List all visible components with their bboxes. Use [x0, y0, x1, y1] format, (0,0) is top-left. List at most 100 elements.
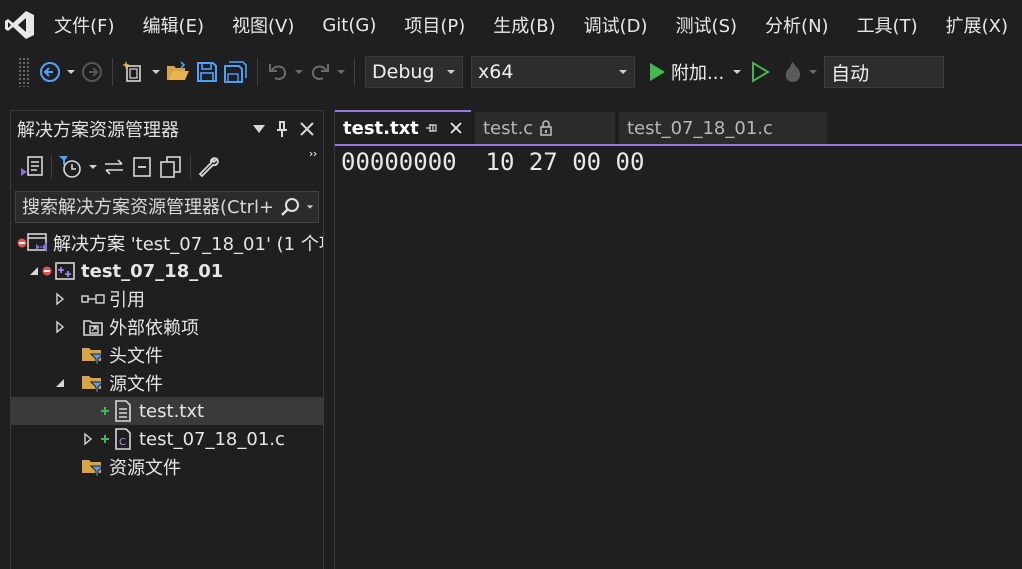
tree-item-project[interactable]: test_07_18_01 [11, 257, 323, 285]
navigate-forward-button[interactable] [80, 56, 104, 88]
sync-active-document-button[interactable] [102, 151, 126, 183]
tree-item-label: 源文件 [109, 374, 163, 395]
menu-debug[interactable]: 调试(D) [570, 0, 662, 50]
switch-views-button[interactable] [19, 151, 45, 183]
open-file-button[interactable] [165, 56, 191, 88]
main-toolbar: Debug x64 附加... 自动 [0, 50, 1022, 94]
menu-tools[interactable]: 工具(T) [843, 0, 932, 50]
forward-arrow-icon [82, 62, 102, 82]
new-item-icon [122, 61, 141, 82]
pin-icon[interactable] [275, 120, 289, 138]
mode-select[interactable]: 自动 [824, 56, 945, 88]
tree-item-source-files[interactable]: 源文件 [11, 369, 323, 397]
close-tab-icon[interactable] [449, 121, 463, 135]
navigate-back-button[interactable] [38, 56, 62, 88]
pending-changes-filter-button[interactable] [58, 151, 84, 183]
tree-item-label: 资源文件 [109, 458, 181, 479]
menu-view[interactable]: 视图(V) [218, 0, 308, 50]
search-icon[interactable] [280, 197, 300, 217]
tree-item-header-files[interactable]: 头文件 [11, 341, 323, 369]
new-item-dropdown-caret[interactable] [149, 56, 163, 88]
save-button[interactable] [195, 56, 219, 88]
tree-item-references[interactable]: 引用 [11, 285, 323, 313]
undo-button[interactable] [266, 56, 290, 88]
show-all-files-button[interactable] [158, 151, 184, 183]
configuration-value: Debug [372, 61, 435, 83]
start-without-debugging-button[interactable] [750, 56, 771, 88]
text-file-icon [111, 397, 135, 425]
svg-text:C: C [119, 437, 126, 448]
redo-button[interactable] [308, 56, 332, 88]
caret-down-icon[interactable] [306, 204, 314, 210]
save-all-button[interactable] [223, 56, 249, 88]
tree-item-resource-files[interactable]: 资源文件 [11, 453, 323, 481]
properties-button[interactable] [197, 151, 221, 183]
hot-reload-button[interactable] [782, 56, 804, 88]
undo-dropdown-caret[interactable] [292, 56, 306, 88]
tree-item-test-txt[interactable]: test.txt [11, 397, 323, 425]
close-icon[interactable] [299, 121, 315, 137]
start-dropdown-caret[interactable] [730, 56, 744, 88]
menu-build[interactable]: 生成(B) [479, 0, 569, 50]
tab-test-07-18-01-c[interactable]: test_07_18_01.c [619, 112, 827, 144]
filter-folder-icon [81, 369, 105, 397]
menu-bar: 文件(F) 编辑(E) 视图(V) Git(G) 项目(P) 生成(B) 调试(… [0, 0, 1022, 50]
tree-item-label: 头文件 [109, 346, 163, 367]
error-mark-icon [41, 257, 53, 285]
solution-search-input[interactable] [22, 196, 272, 218]
tree-item-external-dependencies[interactable]: 外部依赖项 [11, 313, 323, 341]
c-file-icon: C [111, 425, 135, 453]
overflow-chevron-icon[interactable] [309, 151, 319, 159]
pin-tab-icon[interactable] [425, 122, 439, 134]
menu-file[interactable]: 文件(F) [40, 0, 128, 50]
tab-label: test.c [483, 117, 534, 139]
expanded-arrow-icon[interactable] [53, 369, 67, 397]
menu-project[interactable]: 项目(P) [390, 0, 479, 50]
toolbar-separator [112, 58, 113, 86]
solution-explorer-header: 解决方案资源管理器 [11, 111, 323, 147]
window-position-icon[interactable] [253, 125, 265, 133]
hot-reload-dropdown-caret[interactable] [806, 56, 820, 88]
save-all-icon [224, 61, 247, 83]
text-editor-content[interactable]: 00000000 10 27 00 00 [335, 146, 1022, 178]
tab-test-c[interactable]: test.c [475, 112, 615, 144]
visual-studio-logo-icon[interactable] [0, 0, 40, 50]
redo-icon [311, 64, 329, 80]
start-debugging-button[interactable]: 附加... [647, 56, 724, 88]
caret-down-icon [619, 70, 627, 74]
tree-item-label: 引用 [109, 290, 145, 311]
collapse-all-button[interactable] [130, 151, 154, 183]
menu-analyze[interactable]: 分析(N) [751, 0, 843, 50]
solution-icon [27, 229, 49, 257]
redo-dropdown-caret[interactable] [334, 56, 348, 88]
expanded-arrow-icon[interactable] [27, 257, 41, 285]
undo-icon [269, 64, 287, 80]
panel-title: 解决方案资源管理器 [17, 120, 179, 141]
platform-select[interactable]: x64 [471, 56, 635, 88]
mode-value: 自动 [831, 62, 870, 85]
menu-git[interactable]: Git(G) [308, 0, 390, 50]
tree-item-c-file[interactable]: C test_07_18_01.c [11, 425, 323, 453]
filter-dropdown-caret[interactable] [86, 151, 100, 183]
back-dropdown-caret[interactable] [64, 56, 78, 88]
collapsed-arrow-icon[interactable] [81, 425, 95, 453]
configuration-select[interactable]: Debug [365, 56, 463, 88]
added-plus-icon [99, 397, 111, 425]
show-all-files-icon [160, 156, 181, 178]
caret-down-icon [152, 70, 160, 74]
menu-extensions[interactable]: 扩展(X) [932, 0, 1022, 50]
filter-folder-icon [81, 341, 105, 369]
project-icon [53, 257, 77, 285]
tab-test-txt[interactable]: test.txt [335, 110, 471, 144]
menu-edit[interactable]: 编辑(E) [129, 0, 218, 50]
solution-search-box[interactable] [15, 191, 319, 223]
new-item-button[interactable] [121, 56, 147, 88]
menu-test[interactable]: 测试(S) [662, 0, 751, 50]
collapsed-arrow-icon[interactable] [53, 313, 67, 341]
document-tabs: test.txt test.c test_07_18_01.c [335, 110, 1022, 144]
tab-label: test.txt [343, 117, 419, 139]
caret-down-icon [809, 70, 818, 74]
toolbar-grip[interactable] [18, 57, 30, 87]
tree-item-solution[interactable]: 解决方案 'test_07_18_01' (1 个项目 [11, 229, 323, 257]
collapsed-arrow-icon[interactable] [53, 285, 67, 313]
